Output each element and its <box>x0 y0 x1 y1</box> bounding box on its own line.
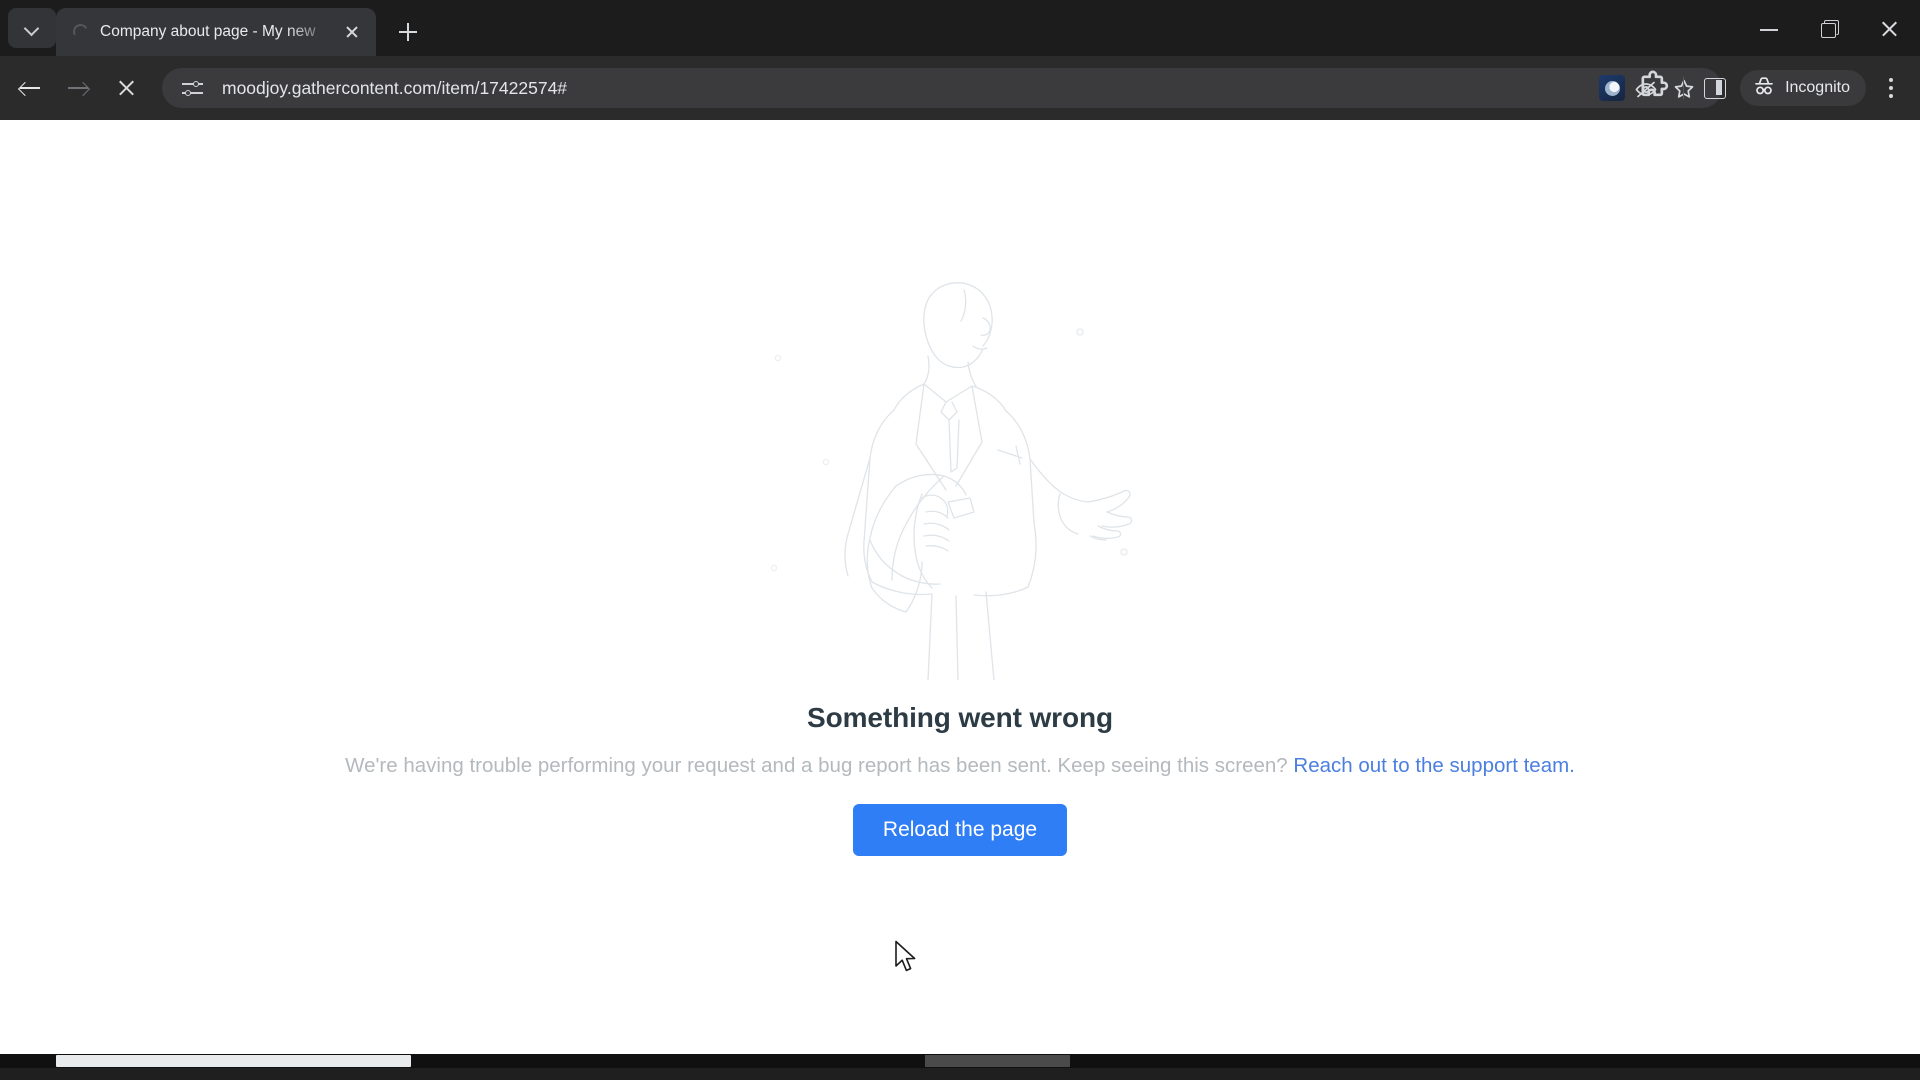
close-icon[interactable] <box>1860 0 1920 56</box>
tab-strip: Company about page - My new <box>0 0 1920 56</box>
person-shrugging-line-art <box>700 250 1220 680</box>
window-controls <box>1740 0 1920 56</box>
browser-tab[interactable]: Company about page - My new <box>56 8 376 56</box>
back-button[interactable] <box>12 70 48 106</box>
stop-loading-button[interactable] <box>108 70 144 106</box>
extension-moon-icon[interactable] <box>1599 75 1626 101</box>
page-title: Something went wrong <box>807 702 1113 733</box>
toolbar-right-actions: Incognito <box>1591 68 1910 108</box>
error-state: Something went wrong We're having troubl… <box>0 120 1920 1040</box>
puzzle-piece-icon[interactable] <box>1633 68 1673 108</box>
chevron-down-icon <box>25 21 39 35</box>
incognito-indicator[interactable]: Incognito <box>1740 70 1866 106</box>
new-tab-button[interactable] <box>390 14 426 50</box>
mouse-cursor <box>893 940 919 974</box>
incognito-spy-icon <box>1752 75 1776 102</box>
toolbar-divider <box>1683 77 1685 99</box>
forward-arrow-icon <box>68 82 88 94</box>
error-description-text: We're having trouble performing your req… <box>345 754 1294 777</box>
tab-search-button[interactable] <box>8 8 56 48</box>
browser-toolbar: moodjoy.gathercontent.com/item/17422574# <box>0 56 1920 120</box>
url-text[interactable]: moodjoy.gathercontent.com/item/17422574# <box>222 78 1626 99</box>
scrollbar-track-segment[interactable] <box>925 1055 1070 1067</box>
tune-icon[interactable] <box>182 79 204 97</box>
minimize-icon[interactable] <box>1740 0 1800 56</box>
side-panel-icon[interactable] <box>1694 68 1734 108</box>
error-description: We're having trouble performing your req… <box>345 754 1575 778</box>
page-content: Something went wrong We're having troubl… <box>0 120 1920 1068</box>
scrollbar-thumb[interactable] <box>56 1055 411 1067</box>
restore-icon[interactable] <box>1800 0 1860 56</box>
loading-spinner-icon <box>70 23 88 41</box>
incognito-label: Incognito <box>1785 79 1850 96</box>
address-bar[interactable]: moodjoy.gathercontent.com/item/17422574# <box>162 68 1722 108</box>
back-arrow-icon <box>20 82 40 94</box>
close-icon[interactable] <box>338 18 366 46</box>
reload-page-button[interactable]: Reload the page <box>852 804 1068 856</box>
support-team-link[interactable]: Reach out to the support team. <box>1293 754 1574 777</box>
tab-title: Company about page - My new <box>100 23 316 40</box>
forward-button[interactable] <box>60 70 96 106</box>
horizontal-scrollbar[interactable] <box>0 1054 1920 1068</box>
kebab-menu-icon[interactable] <box>1872 68 1910 108</box>
